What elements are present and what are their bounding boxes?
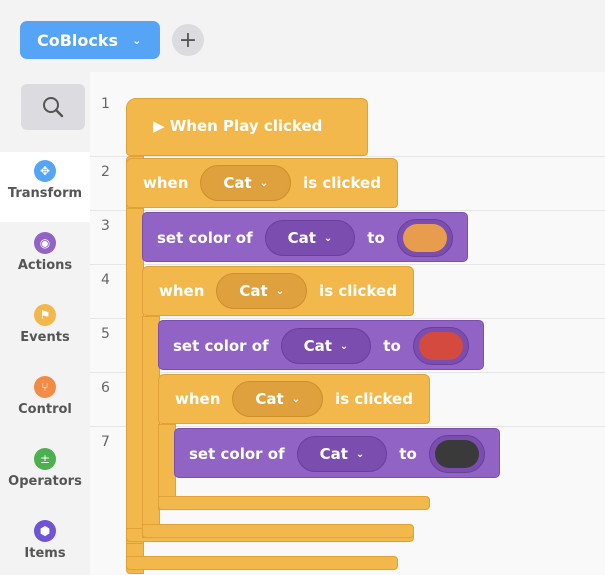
sprite-dropdown[interactable]: Cat ⌄ [280,328,372,364]
to-label: to [399,445,417,463]
set-color-label: set color of [173,337,269,355]
to-label: to [367,229,385,247]
line-number: 2 [101,164,110,180]
box-icon: ⬢ [34,520,56,542]
when-block-cap [142,524,414,538]
line-number: 3 [101,218,110,234]
line-divider [90,156,605,157]
line-divider [90,318,605,319]
chevron-down-icon: ⌄ [275,285,285,297]
line-divider [90,372,605,373]
hat-block-cap [126,556,398,570]
when-play-clicked-label: ▶ When Play clicked [153,117,323,135]
when-label: when [175,390,221,408]
is-clicked-label: is clicked [303,174,381,192]
color-picker[interactable] [396,219,453,257]
sprite-name: Cat [239,282,268,300]
category-transform[interactable]: ✥ Transform [0,152,90,222]
color-picker[interactable] [428,435,485,473]
line-number: 1 [101,96,110,112]
project-label: CoBlocks [37,30,119,50]
is-clicked-label: is clicked [335,390,413,408]
search-icon [43,97,64,118]
sprite-dropdown[interactable]: Cat ⌄ [296,436,388,472]
category-label: Items [24,546,66,561]
sprite-name: Cat [303,337,332,355]
line-divider [90,210,605,211]
line-number: 7 [101,434,110,450]
branch-icon: ⑂ [34,376,56,398]
category-label: Transform [7,186,83,201]
sprite-dropdown[interactable]: Cat ⌄ [232,381,324,417]
category-label: Events [20,330,70,345]
chevron-down-icon: ⌄ [291,393,301,405]
color-swatch [418,332,463,360]
line-divider [90,264,605,265]
set-color-block[interactable]: set color of Cat ⌄ to [142,212,468,262]
set-color-label: set color of [189,445,285,463]
chevron-down-icon: ⌄ [132,33,142,47]
category-label: Control [18,402,72,417]
color-picker[interactable] [412,327,469,365]
category-operators[interactable]: ± Operators [0,440,90,510]
math-icon: ± [34,448,56,470]
color-swatch [434,440,479,468]
when-block-cap [158,496,430,510]
top-bar: CoBlocks ⌄ + [0,0,605,72]
sprite-name: Cat [287,229,316,247]
flag-icon: ⚑ [34,304,56,326]
move-icon: ✥ [34,160,56,182]
category-events[interactable]: ⚑ Events [0,296,90,366]
set-color-block[interactable]: set color of Cat ⌄ to [174,428,500,478]
sprite-name: Cat [255,390,284,408]
when-clicked-block[interactable]: when Cat ⌄ is clicked [126,158,398,208]
category-label: Actions [17,258,73,273]
category-actions[interactable]: ◉ Actions [0,224,90,294]
sprite-name: Cat [319,445,348,463]
sprite-dropdown[interactable]: Cat ⌄ [216,273,308,309]
line-number: 5 [101,326,110,342]
when-label: when [159,282,205,300]
sprite-name: Cat [223,174,252,192]
to-label: to [383,337,401,355]
line-number: 4 [101,272,110,288]
sprite-dropdown[interactable]: Cat ⌄ [200,165,292,201]
eye-icon: ◉ [34,232,56,254]
category-label: Operators [8,474,82,489]
category-control[interactable]: ⑂ Control [0,368,90,438]
line-number: 6 [101,380,110,396]
sprite-dropdown[interactable]: Cat ⌄ [264,220,356,256]
set-color-block[interactable]: set color of Cat ⌄ to [158,320,484,370]
when-clicked-block[interactable]: when Cat ⌄ is clicked [158,374,430,424]
chevron-down-icon: ⌄ [259,177,269,189]
when-clicked-block[interactable]: when Cat ⌄ is clicked [142,266,414,316]
is-clicked-label: is clicked [319,282,397,300]
when-label: when [143,174,189,192]
category-items[interactable]: ⬢ Items [0,512,90,575]
chevron-down-icon: ⌄ [339,340,349,352]
add-project-button[interactable]: + [172,24,204,56]
color-swatch [402,224,447,252]
project-menu-button[interactable]: CoBlocks ⌄ [20,21,160,59]
category-sidebar: ✥ Transform ◉ Actions ⚑ Events ⑂ Control… [0,72,90,575]
search-button[interactable] [21,84,85,130]
code-editor[interactable]: 1 2 3 4 5 6 7 ▶ When Play clicked when C… [90,72,605,575]
set-color-label: set color of [157,229,253,247]
when-play-clicked-block[interactable]: ▶ When Play clicked [126,98,368,156]
chevron-down-icon: ⌄ [355,448,365,460]
chevron-down-icon: ⌄ [323,232,333,244]
